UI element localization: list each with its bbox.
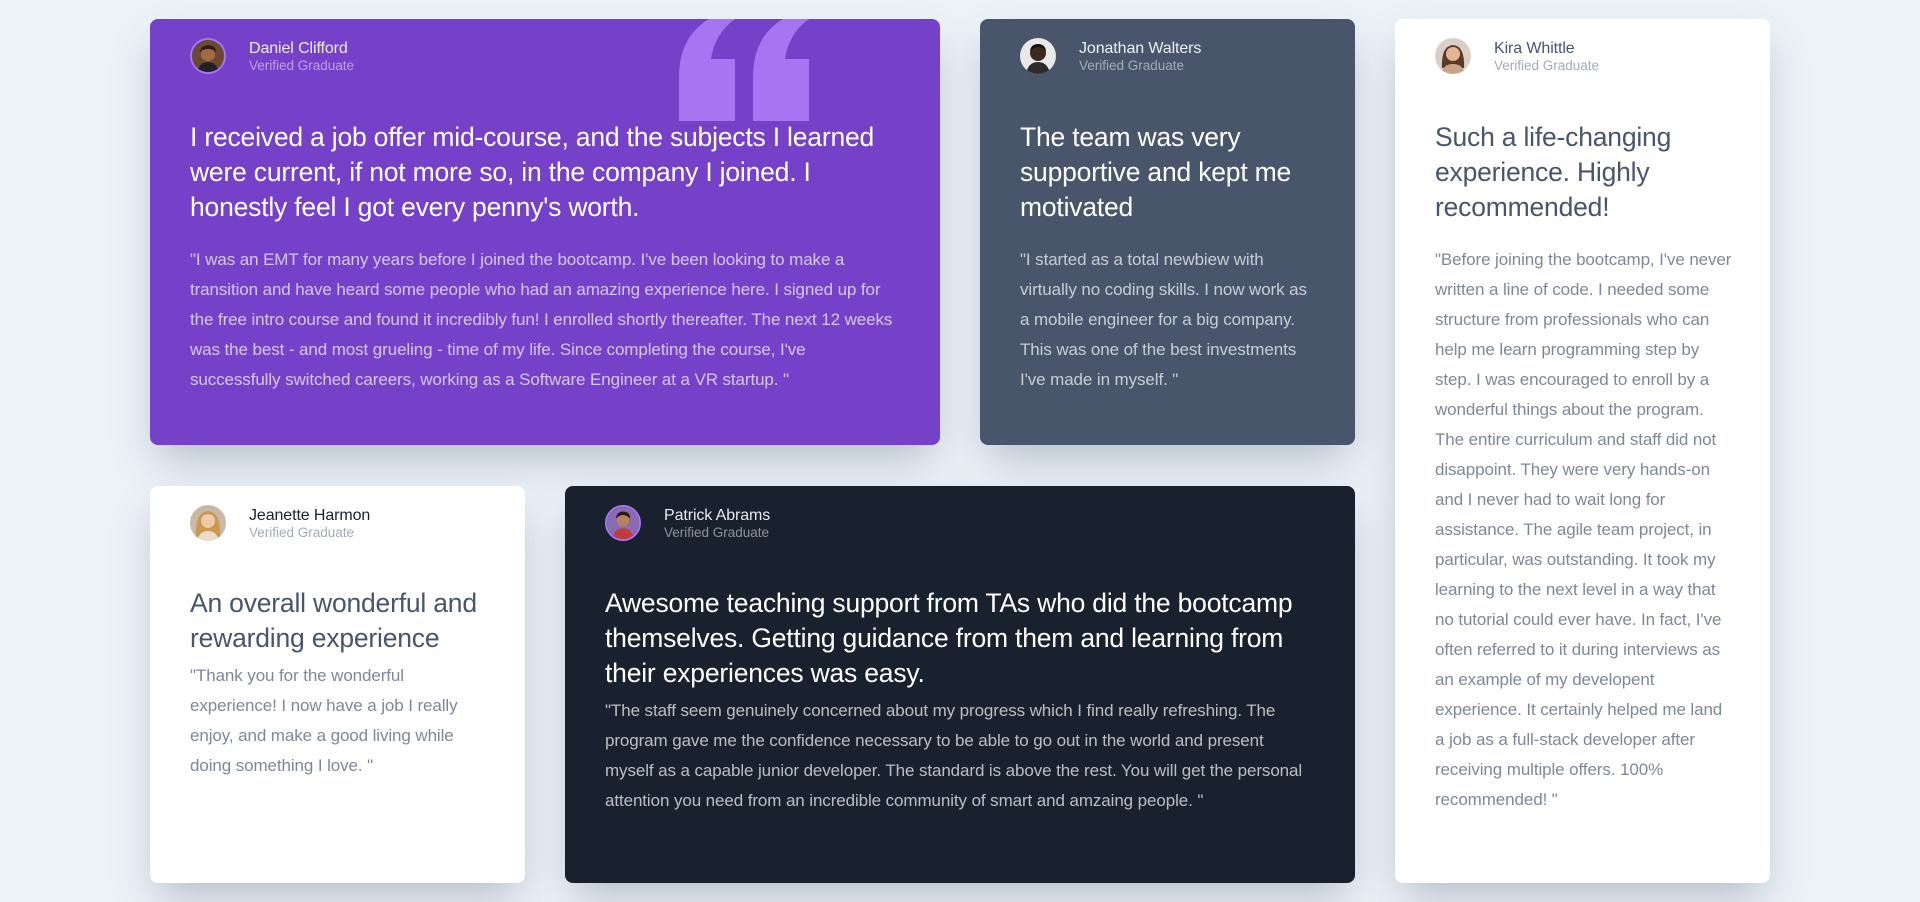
person-name: Patrick Abrams [664,506,771,524]
person-name: Kira Whittle [1494,39,1575,57]
testimonial-headline: I received a job offer mid-course, and t… [190,122,875,222]
testimonial-body: "Before joining the bootcamp, I've never… [1435,250,1732,809]
avatar [1435,38,1471,74]
testimonial-headline: Such a life-changing experience. Highly … [1435,122,1672,222]
testimonial-card-kira: Kira Whittle Verified Graduate Such a li… [1395,19,1770,883]
testimonial-card-jonathan: Jonathan Walters Verified Graduate The t… [980,19,1355,445]
avatar [190,38,226,74]
avatar-kira-icon [1435,38,1471,74]
testimonial-headline: Awesome teaching support from TAs who di… [605,588,1293,688]
avatar-jonathan-icon [1020,38,1056,74]
testimonial-body: "I started as a total newbiew with virtu… [1020,250,1307,389]
avatar-patrick-icon [607,507,639,539]
avatar [605,505,641,541]
testimonial-card-patrick: Patrick Abrams Verified Graduate Awesome… [565,486,1355,883]
testimonial-card-jeanette: Jeanette Harmon Verified Graduate An ove… [150,486,525,883]
testimonial-body: "I was an EMT for many years before I jo… [190,250,893,389]
testimonial-body: "The staff seem genuinely concerned abou… [605,701,1303,810]
avatar [1020,38,1056,74]
testimonial-headline: The team was very supportive and kept me… [1020,122,1292,222]
avatar [190,505,226,541]
person-role: Verified Graduate [664,524,770,540]
person-role: Verified Graduate [249,524,355,540]
person-header: Patrick Abrams Verified Graduate [605,505,770,541]
testimonial-headline: An overall wonderful and rewarding exper… [190,588,477,653]
testimonial-card-daniel: Daniel Clifford Verified Graduate I rece… [150,19,940,445]
person-name: Daniel Clifford [249,39,348,57]
person-header: Kira Whittle Verified Graduate [1435,38,1599,74]
avatar-jeanette-icon [190,505,226,541]
person-name: Jonathan Walters [1079,39,1202,57]
person-header: Daniel Clifford Verified Graduate [190,38,354,74]
testimonials-grid: Daniel Clifford Verified Graduate I rece… [0,0,1920,902]
person-header: Jeanette Harmon Verified Graduate [190,505,370,541]
person-name: Jeanette Harmon [249,506,371,524]
quote-mark-icon [679,19,809,121]
testimonial-body: "Thank you for the wonderful experience!… [190,666,458,775]
person-role: Verified Graduate [249,57,355,73]
avatar-daniel-icon [192,40,224,72]
person-role: Verified Graduate [1079,57,1185,73]
person-role: Verified Graduate [1494,57,1600,73]
person-header: Jonathan Walters Verified Graduate [1020,38,1201,74]
